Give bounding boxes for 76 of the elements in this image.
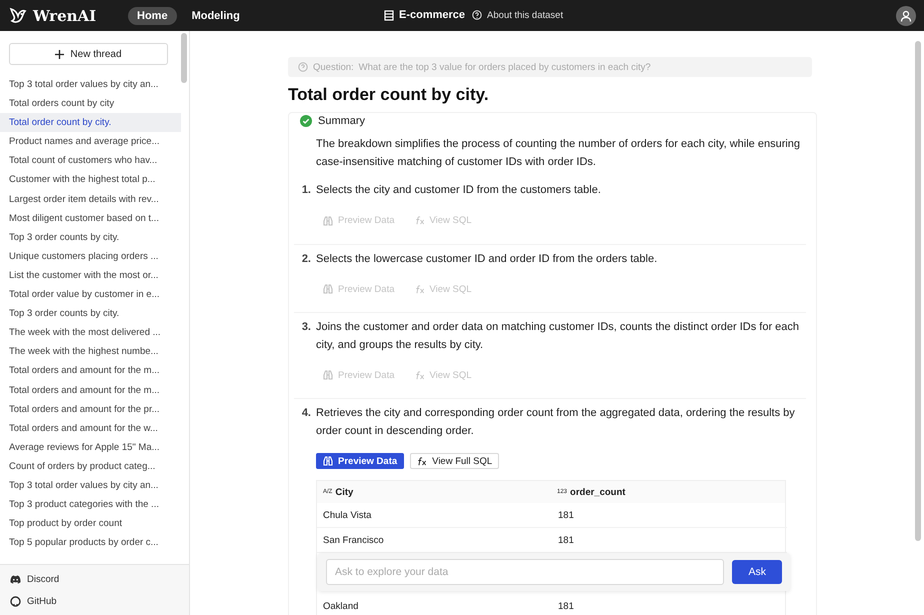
question-label: Question: [313,62,354,72]
table-cell-text: Oakland [322,600,360,612]
thread-item[interactable]: Total order count by city. [0,113,181,132]
dataset-name[interactable]: E-commerce [399,9,466,21]
function-icon [414,284,424,294]
summary-text: The breakdown simplifies the process of counting the number of orders for each city, while ensuring case-insensitive matching of customer IDs with order IDs. [316,137,802,170]
thread-item[interactable]: Product names and average price... [0,132,181,152]
thread-item[interactable]: Total orders count by city [0,94,181,114]
thread-item[interactable]: Top 5 popular products by order c... [0,533,181,552]
table-cell-text: San Francisco [322,534,385,546]
thread-item[interactable]: Top 3 order counts by city. [0,228,181,247]
thread-item[interactable]: Top 3 total order values by city an... [0,476,181,496]
thread-item[interactable]: Top 3 product categories with the ... [0,495,181,514]
ask-button[interactable]: Ask [732,560,782,584]
binoculars-icon [323,284,333,294]
nav-tab[interactable]: Modeling [182,6,249,24]
table-cell-text: Chula Vista [322,510,372,520]
database-icon [384,10,394,20]
thread-item[interactable]: Total orders and amount for the m... [0,380,181,400]
help-icon [298,62,308,72]
question-text: What are the top 3 value for orders placed by customers in each city? [358,62,651,72]
thread-item[interactable]: Total orders and amount for the m... [0,361,181,380]
thread-item[interactable]: Total count of customers who hav... [0,151,181,170]
answer-title: Total order count by city. [288,85,490,105]
table-cell-text: 181 [557,534,575,546]
summary-label: Summary [318,115,366,127]
thread-item[interactable]: Top 3 order counts by city. [0,304,181,324]
thread-item[interactable]: Average reviews for Apple 15" Ma... [0,438,181,457]
about-dataset-link[interactable]: About this dataset [487,10,564,20]
bird-logo-icon [8,6,28,26]
thread-item[interactable]: Total order value by customer in e... [0,285,181,304]
thread-item[interactable]: List the customer with the most or... [0,266,181,286]
thread-item[interactable]: Largest order item details with rev... [0,190,181,209]
thread-item[interactable]: Unique customers placing orders ... [0,246,181,266]
scrollbar[interactable] [181,33,187,83]
table-cell-text: 181 [557,600,575,612]
thread-item[interactable]: Total orders and amount for the w... [0,418,181,438]
table-cell-text: 181 [557,510,575,520]
thread-item[interactable]: The week with the highest numbe... [0,342,181,362]
step-text: Selects the lowercase customer ID and order ID from the orders table. [316,252,658,266]
preview-data-button[interactable]: Preview Data [316,453,404,469]
plus-icon [55,50,64,58]
nav-tab[interactable]: Home [128,6,177,24]
check-circle-icon [300,115,312,127]
step-text: Selects the city and customer ID from the customers table. [316,183,601,198]
game-controller-icon [10,574,21,584]
binoculars-icon [323,216,333,226]
app-name: WrenAI [33,6,96,24]
step-number: 3. [300,320,312,335]
function-icon [414,370,424,380]
help-icon [472,10,482,20]
step-number: 2. [300,252,312,266]
thread-item[interactable]: The week with the most delivered ... [0,323,181,342]
thread-item[interactable]: Top 3 total order values by city an... [0,75,181,94]
footer-link[interactable]: GitHub [10,593,179,609]
thread-item[interactable]: Top product by order count [0,514,181,534]
step-text: Joins the customer and order data on matching customer IDs, counts the distinct order IDs for each city, and groups the results by city. [316,320,800,352]
column-name: order_count [570,486,626,498]
thread-item[interactable]: Customer with the highest total p... [0,170,181,190]
step-number: 4. [300,406,312,421]
binoculars-icon [323,370,333,380]
step-text: Retrieves the city and corresponding order count from the aggregated data, ordering the results by order count in descending order. [316,406,796,438]
ask-input-field[interactable]: Ask to explore your data [326,559,724,585]
footer-link[interactable]: Discord [10,571,179,587]
step-number: 1. [300,183,312,198]
function-icon [414,216,424,225]
new-thread-button[interactable]: New thread [9,43,168,65]
scrollbar[interactable] [915,41,921,541]
user-avatar[interactable] [896,6,916,26]
thread-item[interactable]: Most diligent customer based on t... [0,208,181,228]
column-name: City [335,486,354,498]
thread-item[interactable]: Total orders and amount for the pr... [0,400,181,419]
view-sql-button[interactable]: View Full SQL [410,453,500,469]
thread-item[interactable]: Count of orders by product categ... [0,456,181,476]
binoculars-icon [323,456,333,466]
function-icon [417,456,428,466]
